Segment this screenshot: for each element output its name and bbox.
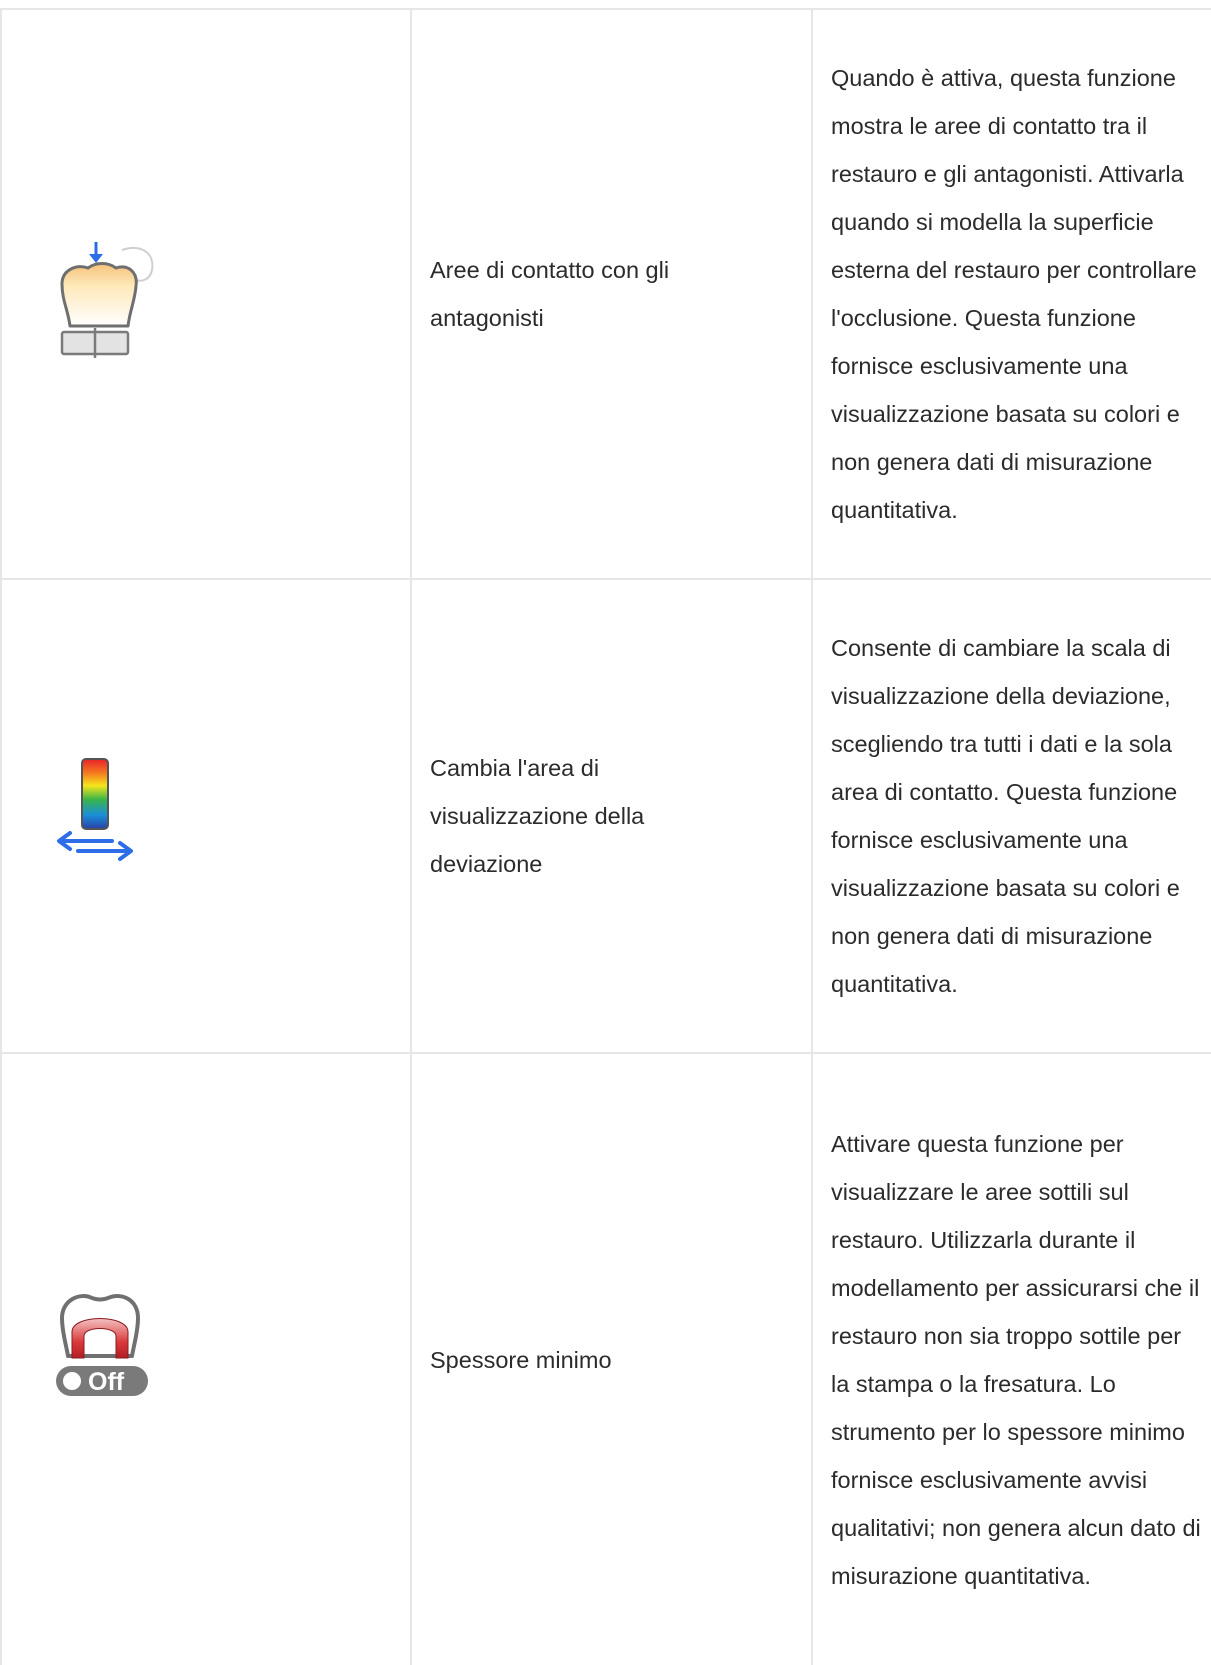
description-cell: Quando è attiva, questa funzione mostra … xyxy=(813,10,1211,578)
name-cell: Spessore minimo xyxy=(412,1054,812,1665)
table-row: Cambia l'area di visualizzazione della d… xyxy=(0,580,1211,1052)
minimum-thickness-toggle-icon: Off xyxy=(56,1294,148,1396)
icon-cell xyxy=(0,10,410,578)
feature-name: Spessore minimo xyxy=(430,1346,612,1373)
feature-description: Attivare questa funzione per visualizzar… xyxy=(831,1130,1201,1589)
tooth-contact-icon xyxy=(60,242,154,358)
toggle-off-label: Off xyxy=(88,1368,125,1396)
feature-description: Quando è attiva, questa funzione mostra … xyxy=(831,65,1197,523)
description-cell: Consente di cambiare la scala di visuali… xyxy=(813,580,1211,1052)
name-cell: Aree di contatto con gli antagonisti xyxy=(412,10,812,578)
icon-cell xyxy=(0,580,410,1052)
description-cell: Attivare questa funzione per visualizzar… xyxy=(813,1054,1211,1665)
feature-name: Aree di contatto con gli antagonisti xyxy=(430,257,670,331)
name-cell: Cambia l'area di visualizzazione della d… xyxy=(412,580,812,1052)
table-row: Aree di contatto con gli antagonisti Qua… xyxy=(0,10,1211,578)
feature-name: Cambia l'area di visualizzazione della d… xyxy=(430,755,645,877)
deviation-scale-icon xyxy=(57,758,133,861)
feature-description: Consente di cambiare la scala di visuali… xyxy=(831,635,1180,997)
icon-cell: Off xyxy=(0,1054,410,1665)
feature-table: Aree di contatto con gli antagonisti Qua… xyxy=(0,8,1211,1665)
table-row: Off Spessore minimo Attivare questa funz… xyxy=(0,1054,1211,1665)
